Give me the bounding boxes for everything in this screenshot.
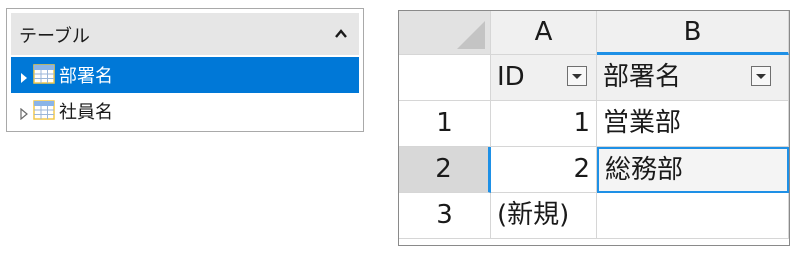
select-all-corner[interactable] xyxy=(399,11,491,55)
field-header-id: ID xyxy=(491,55,597,101)
collapse-chevron-up-icon[interactable] xyxy=(331,24,351,44)
table-list-panel: テーブル 部署名 社員名 xyxy=(6,8,364,132)
cell-b3-new[interactable] xyxy=(597,193,789,239)
cell-b1[interactable]: 営業部 xyxy=(597,101,789,147)
column-header-a[interactable]: A xyxy=(491,11,597,55)
panel-header: テーブル xyxy=(11,13,359,55)
cell-b2-active[interactable]: 総務部 xyxy=(597,147,789,193)
cell-a2[interactable]: 2 xyxy=(491,147,597,193)
panel-title: テーブル xyxy=(19,26,90,47)
tree-item-label: 部署名 xyxy=(59,66,113,87)
expand-arrow-icon[interactable] xyxy=(19,69,29,83)
row-header-3[interactable]: 3 xyxy=(399,193,491,239)
table-icon xyxy=(33,64,55,84)
filter-dropdown-icon[interactable] xyxy=(567,66,587,86)
row-header-2[interactable]: 2 xyxy=(399,147,491,193)
filter-dropdown-icon[interactable] xyxy=(751,66,771,86)
tree-item-dept-table[interactable]: 部署名 xyxy=(11,57,359,93)
field-name: ID xyxy=(497,62,525,92)
cell-a3-new[interactable]: (新規) xyxy=(491,193,597,239)
tree-item-label: 社員名 xyxy=(59,102,113,123)
field-header-dept: 部署名 xyxy=(597,55,789,101)
column-header-b[interactable]: B xyxy=(597,11,789,55)
datasheet-grid: A B ID 部署名 1 1 営業部 2 2 総務部 3 (新規) xyxy=(398,10,790,246)
row-header-1[interactable]: 1 xyxy=(399,101,491,147)
cell-a1[interactable]: 1 xyxy=(491,101,597,147)
expand-arrow-icon[interactable] xyxy=(19,105,29,121)
field-row-header xyxy=(399,55,491,101)
table-icon xyxy=(33,100,55,120)
tree-item-employee-table[interactable]: 社員名 xyxy=(11,93,359,129)
field-name: 部署名 xyxy=(603,62,682,92)
